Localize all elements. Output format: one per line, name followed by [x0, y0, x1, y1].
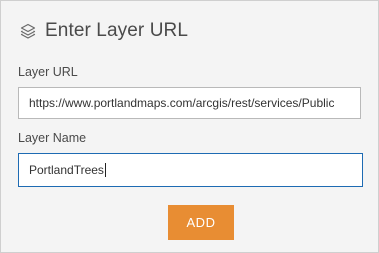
layers-icon [18, 21, 38, 41]
panel-title: Enter Layer URL [45, 20, 189, 41]
text-cursor [104, 163, 106, 177]
layer-url-value: https://www.portlandmaps.com/arcgis/rest… [29, 96, 335, 110]
enter-layer-url-panel: Enter Layer URL Layer URL https://www.po… [0, 0, 379, 253]
layer-name-input[interactable]: PortlandTrees [18, 153, 363, 187]
layer-url-label: Layer URL [18, 65, 78, 79]
layer-url-input[interactable]: https://www.portlandmaps.com/arcgis/rest… [18, 87, 361, 119]
panel-header: Enter Layer URL [18, 18, 188, 44]
add-button[interactable]: ADD [168, 205, 234, 240]
layer-name-value: PortlandTrees [29, 163, 104, 177]
layer-name-label: Layer Name [18, 131, 87, 145]
